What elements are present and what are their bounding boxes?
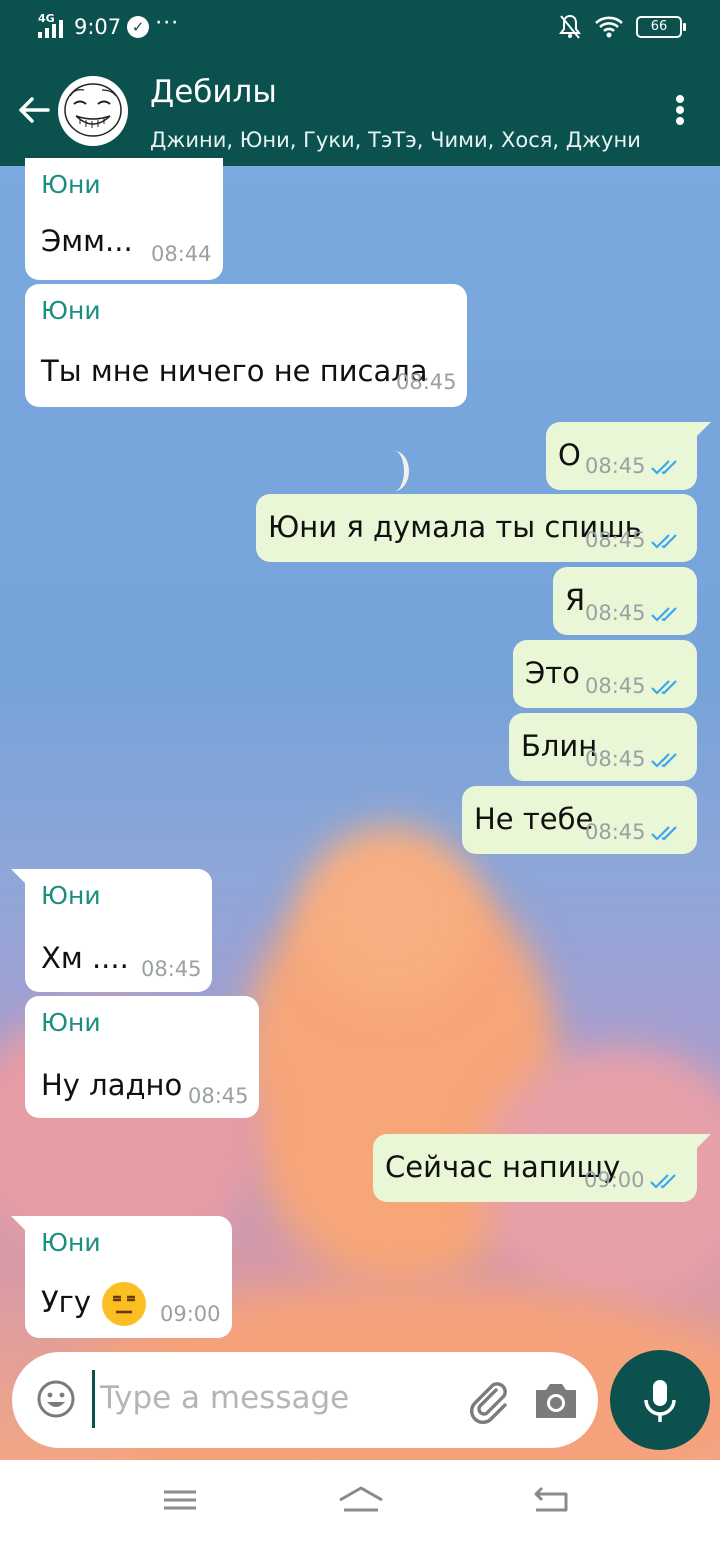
microphone-icon (644, 1380, 676, 1422)
message-text: Угу (41, 1282, 147, 1326)
home-icon[interactable] (336, 1480, 386, 1520)
attach-paperclip-icon[interactable] (464, 1376, 512, 1424)
moon-crescent (380, 451, 409, 491)
text-cursor (92, 1370, 95, 1428)
message-text: Эмм... (41, 224, 133, 258)
menu-icon[interactable] (158, 1480, 202, 1520)
message-time: 08:45 (188, 1084, 249, 1108)
message-bubble-incoming[interactable]: Юни Эмм... 08:44 (25, 158, 223, 280)
message-time: 08:45 (585, 528, 646, 552)
double-check-icon (651, 680, 677, 695)
chat-header: Дебилы Джини, Юни, Гуки, ТэТэ, Чими, Хос… (0, 56, 720, 166)
message-bubble-outgoing[interactable]: Сейчас напишу 09:00 (373, 1134, 711, 1202)
sender-name: Юни (41, 170, 101, 199)
message-bubble-outgoing[interactable]: Блин 08:45 (509, 713, 697, 781)
double-check-icon (651, 607, 677, 622)
message-bubble-incoming[interactable]: Юни Ты мне ничего не писала 08:45 (25, 284, 467, 407)
message-text: Я (565, 583, 586, 617)
sender-name: Юни (41, 296, 101, 325)
message-text: Не тебе (474, 802, 594, 836)
message-time: 08:45 (396, 370, 457, 394)
status-bar: 4G 9:07 ✓ ··· 66 (0, 0, 720, 56)
double-check-icon (651, 826, 677, 841)
message-bubble-incoming[interactable]: Юни Ну ладно 08:45 (25, 996, 259, 1118)
sender-name: Юни (41, 1228, 101, 1257)
message-bubble-incoming[interactable]: Юни Хм .... 08:45 (11, 869, 212, 992)
mute-bell-icon (559, 14, 581, 39)
message-time: 08:44 (151, 242, 212, 266)
message-bubble-outgoing[interactable]: Юни я думала ты спишь 08:45 (256, 494, 697, 562)
message-bubble-outgoing[interactable]: Это 08:45 (513, 640, 697, 708)
message-time: 08:45 (141, 957, 202, 981)
double-check-icon (650, 1174, 676, 1189)
message-time: 08:45 (585, 454, 646, 478)
system-nav-bar (0, 1460, 720, 1544)
chat-members[interactable]: Джини, Юни, Гуки, ТэТэ, Чими, Хося, Джун… (150, 128, 641, 152)
message-bubble-outgoing[interactable]: Я 08:45 (553, 567, 697, 635)
double-check-icon (651, 460, 677, 475)
message-time: 09:00 (584, 1168, 645, 1192)
message-text-content: Угу (41, 1285, 92, 1319)
troll-face-icon (64, 83, 122, 137)
more-notifications-icon: ··· (155, 10, 180, 36)
message-time: 09:00 (160, 1302, 221, 1326)
group-avatar[interactable] (58, 76, 128, 146)
camera-icon[interactable] (532, 1378, 580, 1422)
message-text: О (558, 438, 581, 472)
chat-title[interactable]: Дебилы (150, 74, 277, 110)
message-bubble-outgoing[interactable]: Не тебе 08:45 (462, 786, 697, 854)
message-time: 08:45 (585, 674, 646, 698)
back-arrow-icon[interactable] (14, 90, 54, 130)
message-bubble-outgoing[interactable]: О 08:45 (546, 422, 711, 490)
clock: 9:07 (74, 15, 122, 39)
sender-name: Юни (41, 1008, 101, 1037)
back-nav-icon[interactable] (528, 1480, 572, 1520)
sender-name: Юни (41, 881, 101, 910)
message-text: Это (525, 656, 580, 690)
message-time: 08:45 (585, 601, 646, 625)
message-text: Хм .... (41, 941, 129, 975)
signal-icon: 4G (38, 12, 68, 40)
double-check-icon (651, 753, 677, 768)
check-circle-icon: ✓ (127, 16, 150, 38)
more-options-icon[interactable] (674, 92, 686, 132)
message-bubble-incoming[interactable]: Юни Угу 09:00 (11, 1216, 232, 1338)
expressionless-face-icon (102, 1282, 147, 1326)
message-text: Ну ладно (41, 1068, 183, 1102)
message-text: Ты мне ничего не писала (41, 354, 428, 388)
emoji-icon[interactable] (36, 1379, 76, 1419)
voice-record-button[interactable] (610, 1350, 710, 1450)
double-check-icon (651, 534, 677, 549)
wifi-icon (595, 16, 623, 38)
message-time: 08:45 (585, 747, 646, 771)
message-time: 08:45 (585, 820, 646, 844)
battery-icon: 66 (636, 16, 686, 38)
message-input[interactable]: Type a message (100, 1380, 349, 1416)
message-composer: Type a message (12, 1352, 598, 1448)
